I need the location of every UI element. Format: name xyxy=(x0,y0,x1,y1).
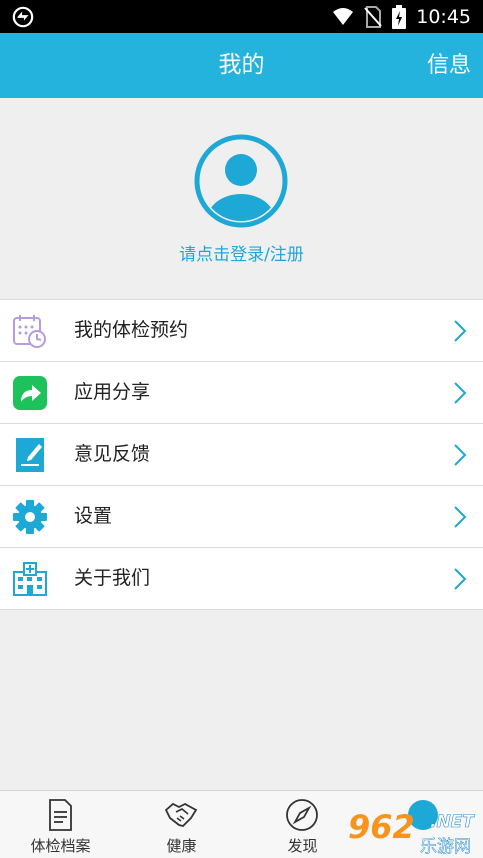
gear-icon xyxy=(13,500,47,534)
chevron-right-icon xyxy=(454,320,467,342)
menu-list: 我的体检预约 应用分享 意见反馈 设置 关于我们 xyxy=(0,299,483,610)
handshake-icon xyxy=(164,802,198,827)
tab-health[interactable]: 健康 xyxy=(121,791,242,858)
menu-item-feedback[interactable]: 意见反馈 xyxy=(0,424,483,486)
menu-item-about[interactable]: 关于我们 xyxy=(0,548,483,610)
feedback-icon xyxy=(16,438,44,472)
wifi-icon xyxy=(333,7,354,25)
page-title: 我的 xyxy=(218,52,265,78)
battery-icon xyxy=(392,4,407,29)
profile-section: 请点击登录/注册 xyxy=(0,98,483,298)
watermark-net: .NET xyxy=(430,812,475,833)
calendar-clock-icon xyxy=(13,315,46,348)
watermark-cn: 乐游网 xyxy=(420,837,472,858)
document-icon xyxy=(49,799,72,831)
tab-records[interactable]: 体检档案 xyxy=(0,791,121,858)
messages-button[interactable]: 信息 xyxy=(427,33,471,98)
title-bar: 我的 信息 xyxy=(0,33,483,98)
app-notification-icon xyxy=(12,6,34,28)
tab-label: 体检档案 xyxy=(30,837,91,855)
menu-item-label: 应用分享 xyxy=(74,381,151,403)
menu-item-label: 意见反馈 xyxy=(74,443,151,465)
tab-label: 健康 xyxy=(166,837,197,855)
chevron-right-icon xyxy=(454,444,467,466)
menu-item-appointments[interactable]: 我的体检预约 xyxy=(0,300,483,362)
watermark-digits: 962 xyxy=(348,808,415,846)
chevron-right-icon xyxy=(454,568,467,590)
chevron-right-icon xyxy=(454,506,467,528)
menu-item-label: 关于我们 xyxy=(74,567,151,589)
menu-item-label: 我的体检预约 xyxy=(74,319,189,341)
compass-icon xyxy=(286,799,318,831)
login-register-link[interactable]: 请点击登录/注册 xyxy=(0,240,483,265)
no-sim-icon xyxy=(364,5,382,28)
share-icon xyxy=(13,376,47,410)
status-bar: 10:45 xyxy=(0,0,483,33)
watermark-logo: 962 .NET 乐游网 xyxy=(340,800,483,858)
menu-item-label: 设置 xyxy=(74,505,113,527)
menu-item-share[interactable]: 应用分享 xyxy=(0,362,483,424)
hospital-icon xyxy=(13,562,47,596)
chevron-right-icon xyxy=(454,382,467,404)
user-avatar-icon[interactable] xyxy=(194,134,288,228)
menu-item-settings[interactable]: 设置 xyxy=(0,486,483,548)
status-time: 10:45 xyxy=(416,5,471,28)
